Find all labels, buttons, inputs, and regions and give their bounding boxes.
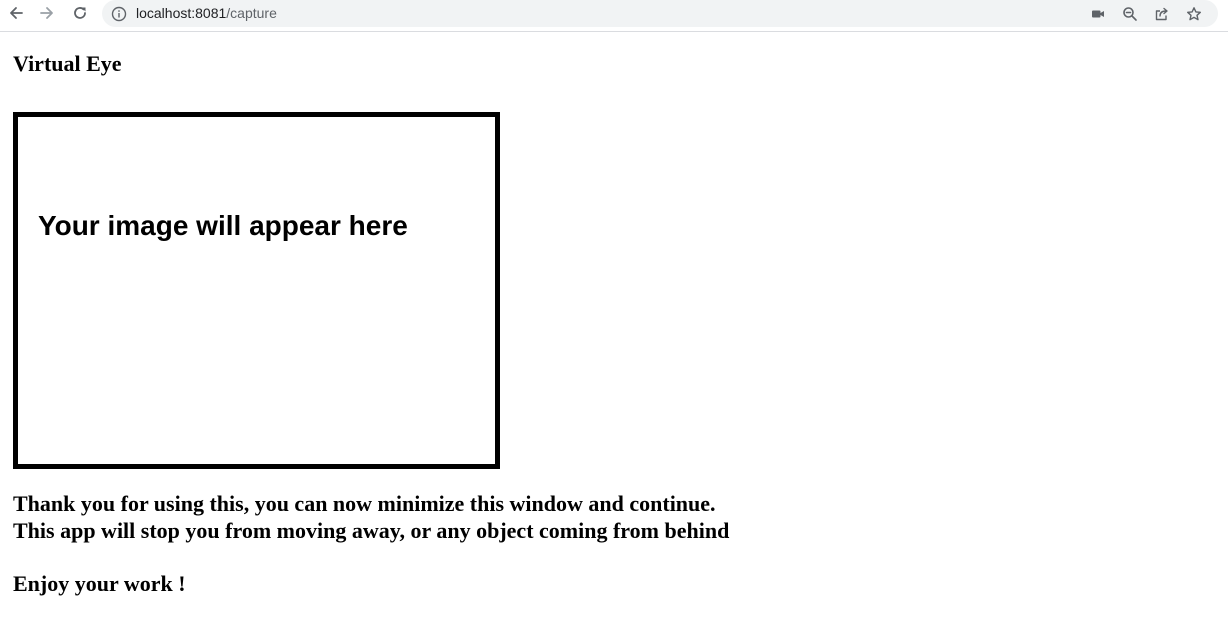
camera-icon xyxy=(1092,10,1104,18)
site-info-button[interactable] xyxy=(110,5,128,23)
arrow-left-icon xyxy=(10,7,23,19)
reload-button[interactable] xyxy=(69,3,91,23)
url-text[interactable]: localhost:8081/capture xyxy=(136,5,277,21)
back-button[interactable] xyxy=(5,3,27,23)
url-path: /capture xyxy=(226,5,277,21)
share-button[interactable] xyxy=(1152,4,1172,24)
image-preview-frame: Your image will appear here xyxy=(13,112,500,469)
info-message-line-1: Thank you for using this, you can now mi… xyxy=(13,491,716,516)
zoom-icon xyxy=(1123,7,1137,21)
reload-icon xyxy=(74,7,86,19)
image-placeholder-text: Your image will appear here xyxy=(38,210,408,241)
page-title: Virtual Eye xyxy=(13,51,122,76)
arrow-right-icon xyxy=(40,7,53,19)
enjoy-message: Enjoy your work ! xyxy=(13,571,186,596)
bookmark-button[interactable] xyxy=(1184,4,1204,24)
address-bar[interactable]: localhost:8081/capture xyxy=(102,0,1218,27)
info-icon xyxy=(111,6,127,22)
camera-button[interactable] xyxy=(1088,4,1108,24)
toolbar-divider xyxy=(0,31,1228,32)
forward-button[interactable] xyxy=(36,3,58,23)
share-icon xyxy=(1155,7,1168,21)
info-message-line-2: This app will stop you from moving away,… xyxy=(13,518,730,543)
star-icon xyxy=(1187,7,1201,21)
zoom-button[interactable] xyxy=(1120,4,1140,24)
info-message: Thank you for using this, you can now mi… xyxy=(13,490,729,544)
browser-toolbar: localhost:8081/capture xyxy=(0,0,1228,27)
url-host: localhost:8081 xyxy=(136,5,227,21)
